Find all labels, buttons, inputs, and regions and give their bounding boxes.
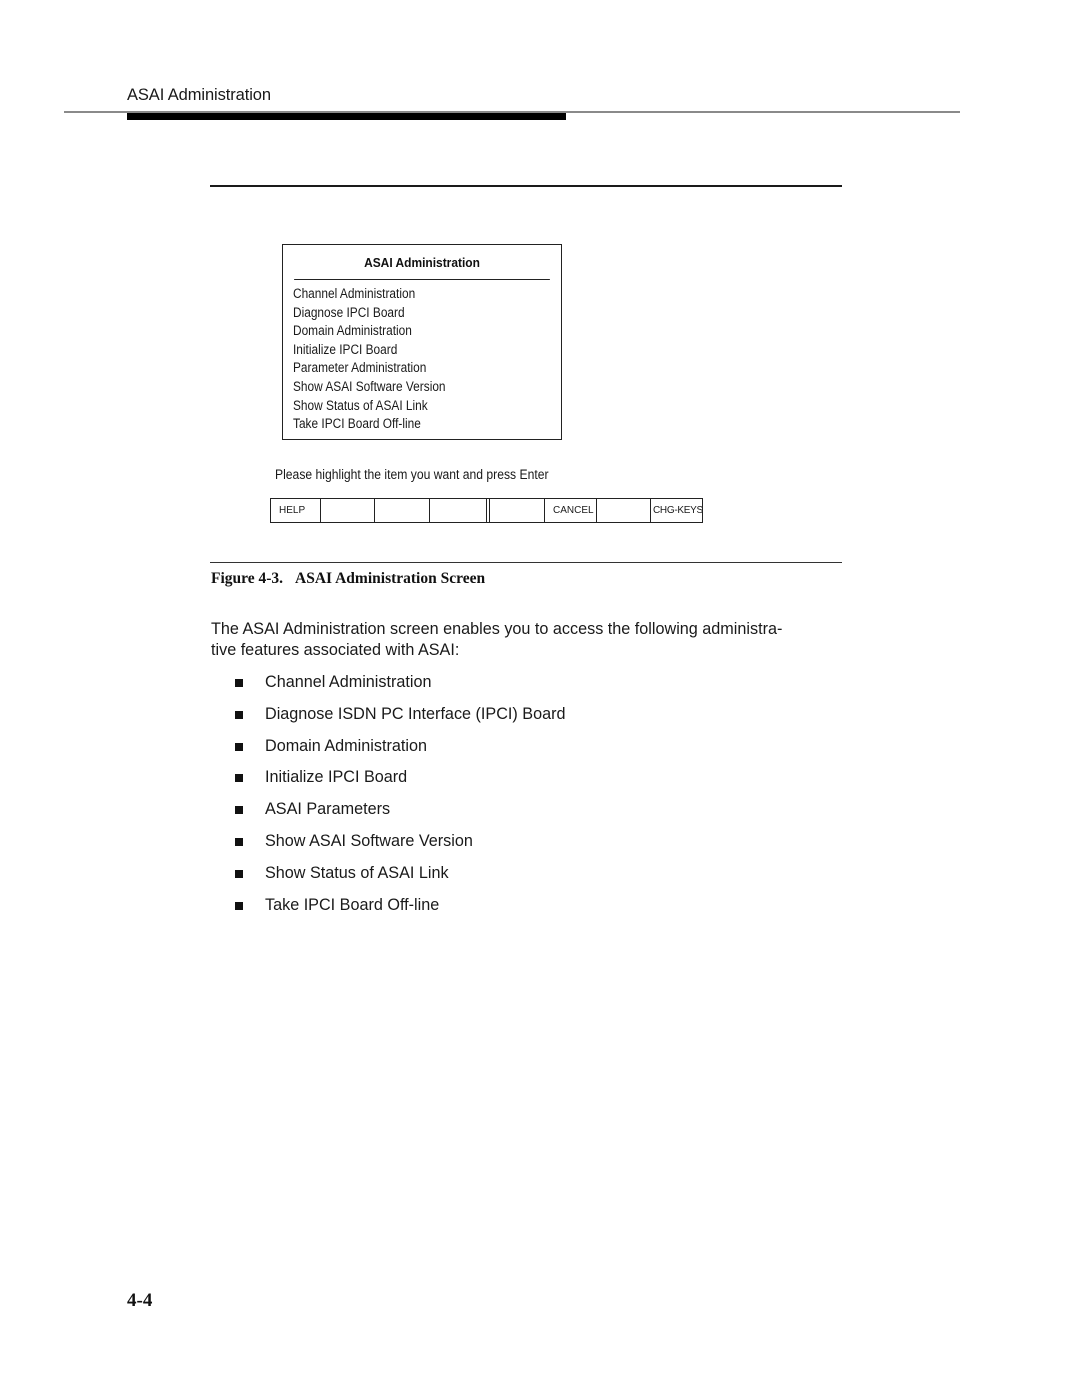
fkey-4[interactable] <box>430 499 487 522</box>
figure-top-rule <box>210 185 842 187</box>
figure-bottom-rule <box>210 562 842 563</box>
menu-item-take-board-offline[interactable]: Take IPCI Board Off-line <box>293 415 446 434</box>
square-bullet-icon <box>235 869 243 878</box>
square-bullet-icon <box>235 837 243 846</box>
figure-number: Figure 4-3. <box>211 570 284 587</box>
fkey-2[interactable] <box>321 499 375 522</box>
square-bullet-icon <box>235 774 243 783</box>
figure-title: ASAI Administration Screen <box>295 570 486 587</box>
menu-item-initialize-ipci-board[interactable]: Initialize IPCI Board <box>293 341 446 360</box>
running-header-title: ASAI Administration <box>127 86 271 104</box>
header-thick-bar <box>127 113 566 120</box>
figure-caption: Figure 4-3. ASAI Administration Screen <box>211 570 485 588</box>
menu-item-show-link-status[interactable]: Show Status of ASAI Link <box>293 397 446 416</box>
square-bullet-icon <box>235 806 243 815</box>
page-number: 4-4 <box>127 1290 153 1311</box>
fkey-5[interactable] <box>489 499 545 522</box>
fkey-7[interactable] <box>597 499 651 522</box>
menu-item-parameter-administration[interactable]: Parameter Administration <box>293 359 446 378</box>
fkey-cancel[interactable]: CANCEL <box>545 499 597 522</box>
square-bullet-icon <box>235 901 243 910</box>
menu-item-diagnose-ipci-board[interactable]: Diagnose IPCI Board <box>293 304 446 323</box>
menu-title: ASAI Administration <box>294 245 550 280</box>
intro-line-2: tive features associated with ASAI: <box>211 641 460 659</box>
square-bullet-icon <box>235 710 243 719</box>
menu-screen-box: ASAI Administration Channel Administrati… <box>282 244 562 440</box>
menu-item-domain-administration[interactable]: Domain Administration <box>293 322 446 341</box>
fkey-help[interactable]: HELP <box>271 499 321 522</box>
intro-line-1: The ASAI Administration screen enables y… <box>211 620 783 638</box>
intro-paragraph: The ASAI Administration screen enables y… <box>211 619 851 661</box>
square-bullet-icon <box>235 679 243 687</box>
fkey-3[interactable] <box>375 499 430 522</box>
function-key-bar: HELP CANCEL CHG-KEYS <box>270 498 703 523</box>
menu-list: Channel Administration Diagnose IPCI Boa… <box>293 285 466 434</box>
menu-item-show-software-version[interactable]: Show ASAI Software Version <box>293 378 446 397</box>
screen-prompt: Please highlight the item you want and p… <box>275 467 549 482</box>
menu-item-channel-administration[interactable]: Channel Administration <box>293 285 446 304</box>
fkey-chg-keys[interactable]: CHG-KEYS <box>651 499 703 522</box>
square-bullet-icon <box>235 742 243 751</box>
